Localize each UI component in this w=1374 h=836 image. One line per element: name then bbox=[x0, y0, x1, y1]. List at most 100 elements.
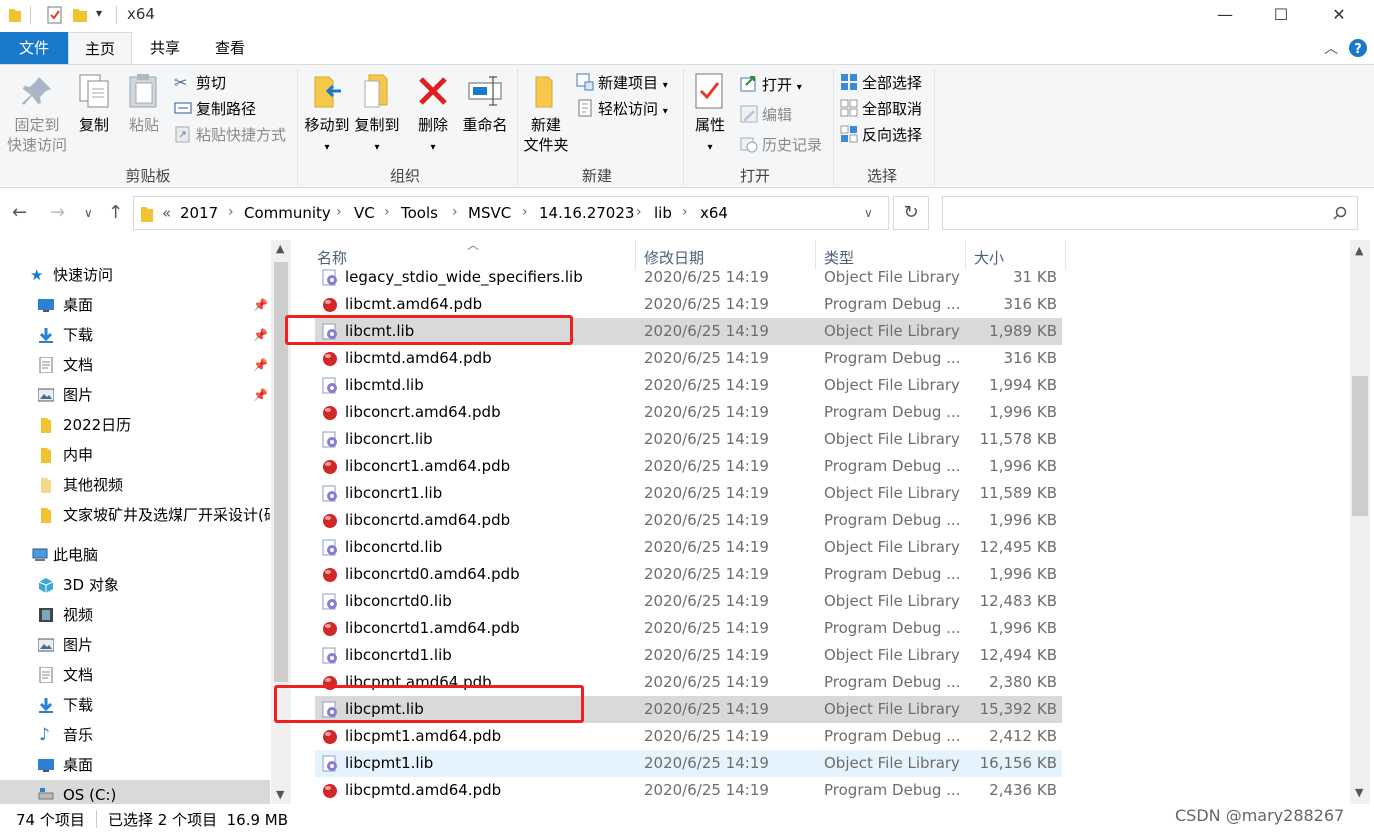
breadcrumb-item[interactable]: lib bbox=[654, 204, 672, 222]
address-bar[interactable]: « 2017 › Community › VC › Tools › MSVC ›… bbox=[133, 196, 889, 230]
chevron-right-icon[interactable]: › bbox=[336, 204, 342, 220]
new-folder-icon[interactable] bbox=[72, 6, 88, 24]
pin-quick-access-button[interactable]: 固定到 快速访问 bbox=[4, 71, 70, 155]
properties-button[interactable]: 属性 ▾ bbox=[688, 71, 732, 158]
file-row[interactable]: libconcrt1.amd64.pdb 2020/6/25 14:19 Progr… bbox=[315, 453, 1062, 480]
scroll-up-icon[interactable]: ▲ bbox=[276, 242, 284, 255]
copy-path-button[interactable]: 复制路径 bbox=[174, 97, 256, 121]
file-row[interactable]: libconcrt.amd64.pdb 2020/6/25 14:19 Progra… bbox=[315, 399, 1062, 426]
refresh-button[interactable]: ↻ bbox=[893, 196, 929, 230]
breadcrumb-item[interactable]: 2017 bbox=[180, 204, 218, 222]
back-arrow-icon[interactable]: ← bbox=[12, 202, 27, 223]
file-row[interactable]: libconcrt.lib 2020/6/25 14:19 Object File … bbox=[315, 426, 1062, 453]
file-row[interactable]: libcmtd.amd64.pdb 2020/6/25 14:19 Program … bbox=[315, 345, 1062, 372]
breadcrumb-item[interactable]: Community bbox=[244, 204, 331, 222]
copy-to-button[interactable]: 复制到 ▾ bbox=[352, 71, 402, 158]
properties-icon[interactable] bbox=[46, 6, 64, 24]
file-row[interactable]: legacy_stdio_wide_specifiers.lib 2020/6/2… bbox=[315, 264, 1062, 291]
nav-item-desktop[interactable]: 桌面 📌 bbox=[0, 290, 270, 320]
file-row[interactable]: libconcrtd0.lib 2020/6/25 14:19 Object Fil… bbox=[315, 588, 1062, 615]
file-list-scrollbar[interactable] bbox=[1350, 240, 1370, 804]
file-list-scrollbar-thumb[interactable] bbox=[1352, 376, 1368, 516]
breadcrumb-item[interactable]: Tools bbox=[401, 204, 438, 222]
search-input[interactable] bbox=[942, 196, 1358, 230]
chevron-right-icon[interactable]: › bbox=[636, 204, 642, 220]
tab-home[interactable]: 主页 bbox=[68, 32, 132, 64]
column-divider[interactable] bbox=[1065, 240, 1066, 270]
chevron-right-icon[interactable]: › bbox=[522, 204, 528, 220]
file-row[interactable]: libcpmt1.lib 2020/6/25 14:19 Object File L… bbox=[315, 750, 1062, 777]
breadcrumb-overflow[interactable]: « bbox=[162, 204, 171, 222]
history-button[interactable]: 历史记录 bbox=[740, 133, 822, 157]
paste-button[interactable]: 粘贴 bbox=[124, 71, 164, 135]
file-row[interactable]: libconcrtd1.amd64.pdb 2020/6/25 14:19 Prog… bbox=[315, 615, 1062, 642]
customize-quick-access-icon[interactable]: ▾ bbox=[96, 6, 102, 20]
file-row[interactable]: libconcrtd.lib 2020/6/25 14:19 Object File… bbox=[315, 534, 1062, 561]
rename-button[interactable]: 重命名 bbox=[460, 71, 510, 135]
easy-access-button[interactable]: 轻松访问 ▾ bbox=[576, 97, 668, 121]
tab-share[interactable]: 共享 bbox=[133, 32, 197, 64]
select-all-button[interactable]: 全部选择 bbox=[840, 71, 922, 95]
file-row[interactable]: libcpmt1.amd64.pdb 2020/6/25 14:19 Program… bbox=[315, 723, 1062, 750]
nav-item-documents[interactable]: 文档 bbox=[0, 660, 270, 690]
pin-icon[interactable]: 📌 bbox=[253, 320, 268, 350]
up-arrow-icon[interactable]: ↑ bbox=[108, 202, 123, 223]
nav-item-videos[interactable]: 视频 bbox=[0, 600, 270, 630]
recent-locations-icon[interactable]: ∨ bbox=[84, 206, 93, 220]
open-button[interactable]: 打开 ▾ bbox=[740, 73, 802, 97]
minimize-button[interactable]: — bbox=[1202, 0, 1248, 30]
file-row[interactable]: libconcrtd1.lib 2020/6/25 14:19 Object Fil… bbox=[315, 642, 1062, 669]
collapse-ribbon-icon[interactable]: ︿ bbox=[1324, 38, 1338, 58]
tab-file[interactable]: 文件 bbox=[0, 32, 68, 64]
address-dropdown-icon[interactable]: ∨ bbox=[864, 206, 873, 220]
select-none-button[interactable]: 全部取消 bbox=[840, 97, 922, 121]
new-folder-button[interactable]: 新建 文件夹 bbox=[520, 71, 572, 155]
cut-button[interactable]: ✂ 剪切 bbox=[174, 71, 226, 95]
scroll-down-icon[interactable]: ▼ bbox=[276, 788, 284, 801]
move-to-button[interactable]: 移动到 ▾ bbox=[302, 71, 352, 158]
pin-icon[interactable]: 📌 bbox=[253, 290, 268, 320]
chevron-right-icon[interactable]: › bbox=[452, 204, 458, 220]
nav-item-drive-c[interactable]: OS (C:) bbox=[0, 780, 270, 804]
nav-item-pictures[interactable]: 图片 📌 bbox=[0, 380, 270, 410]
file-row[interactable]: libcpmtd.amd64.pdb 2020/6/25 14:19 Program… bbox=[315, 777, 1062, 804]
pin-icon[interactable]: 📌 bbox=[253, 350, 268, 380]
breadcrumb-item[interactable]: 14.16.27023 bbox=[539, 204, 634, 222]
file-row[interactable]: libcmt.amd64.pdb 2020/6/25 14:19 Program D… bbox=[315, 291, 1062, 318]
edit-button[interactable]: 编辑 bbox=[740, 103, 792, 127]
breadcrumb-item[interactable]: MSVC bbox=[468, 204, 511, 222]
new-item-button[interactable]: 新建项目 ▾ bbox=[576, 71, 668, 95]
pin-icon[interactable]: 📌 bbox=[253, 380, 268, 410]
nav-item-downloads[interactable]: 下载 📌 bbox=[0, 320, 270, 350]
nav-item-music[interactable]: ♪ 音乐 bbox=[0, 720, 270, 750]
forward-arrow-icon[interactable]: → bbox=[50, 202, 65, 223]
nav-item-folder[interactable]: 2022日历 bbox=[0, 410, 270, 440]
close-button[interactable]: ✕ bbox=[1316, 0, 1362, 30]
scroll-down-icon[interactable]: ▼ bbox=[1355, 786, 1363, 799]
nav-item-downloads[interactable]: 下载 bbox=[0, 690, 270, 720]
delete-button[interactable]: 删除 ▾ bbox=[412, 71, 454, 158]
chevron-right-icon[interactable]: › bbox=[228, 204, 234, 220]
nav-item-3d-objects[interactable]: 3D 对象 bbox=[0, 570, 270, 600]
tab-view[interactable]: 查看 bbox=[198, 32, 262, 64]
invert-selection-button[interactable]: 反向选择 bbox=[840, 123, 922, 147]
file-row[interactable]: libconcrt1.lib 2020/6/25 14:19 Object File… bbox=[315, 480, 1062, 507]
file-row[interactable]: libcmtd.lib 2020/6/25 14:19 Object File Li… bbox=[315, 372, 1062, 399]
nav-this-pc[interactable]: 此电脑 bbox=[0, 540, 270, 570]
chevron-right-icon[interactable]: › bbox=[384, 204, 390, 220]
nav-item-folder[interactable]: 其他视频 bbox=[0, 470, 270, 500]
paste-shortcut-button[interactable]: 粘贴快捷方式 bbox=[174, 123, 286, 147]
breadcrumb-item[interactable]: x64 bbox=[700, 204, 728, 222]
help-icon[interactable]: ? bbox=[1348, 38, 1368, 58]
file-row[interactable]: libconcrtd0.amd64.pdb 2020/6/25 14:19 Prog… bbox=[315, 561, 1062, 588]
nav-quick-access[interactable]: ★ 快速访问 bbox=[0, 260, 270, 290]
nav-item-documents[interactable]: 文档 📌 bbox=[0, 350, 270, 380]
maximize-button[interactable]: ☐ bbox=[1258, 0, 1304, 30]
copy-button[interactable]: 复制 bbox=[74, 71, 114, 135]
nav-item-folder[interactable]: 内申 bbox=[0, 440, 270, 470]
nav-item-pictures[interactable]: 图片 bbox=[0, 630, 270, 660]
nav-item-desktop[interactable]: 桌面 bbox=[0, 750, 270, 780]
chevron-right-icon[interactable]: › bbox=[682, 204, 688, 220]
nav-item-folder[interactable]: 文家坡矿井及选煤厂开采设计(硕 bbox=[0, 500, 270, 530]
file-row[interactable]: libconcrtd.amd64.pdb 2020/6/25 14:19 Progr… bbox=[315, 507, 1062, 534]
